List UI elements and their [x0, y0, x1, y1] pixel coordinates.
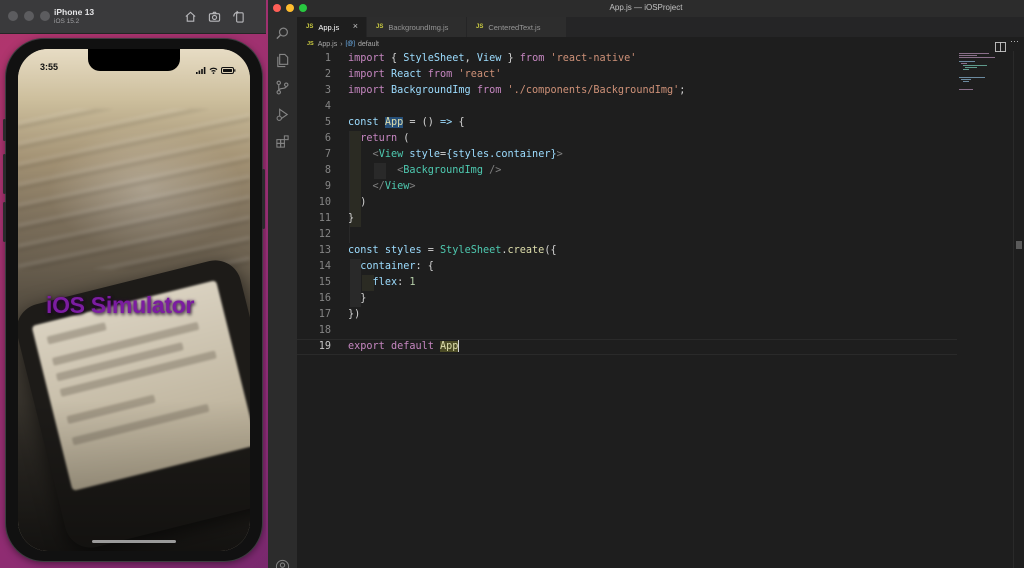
app-title-text: iOS Simulator — [46, 292, 195, 318]
iphone-frame: 3:55 iOS Simulator — [3, 39, 265, 561]
code-line[interactable]: 18 — [297, 323, 957, 339]
code-line[interactable]: 4 — [297, 99, 957, 115]
signal-icon — [196, 61, 206, 79]
vscode-window: App.js — iOSProject JS App.js × JS Backg… — [268, 0, 1024, 568]
code-editor[interactable]: 1 import { StyleSheet, View } from 'react… — [297, 51, 957, 568]
minimap[interactable] — [957, 51, 1013, 161]
chevron-right-icon: › — [340, 40, 343, 48]
code-line[interactable]: 16 } — [297, 291, 957, 307]
close-dot[interactable] — [8, 11, 18, 21]
code-line[interactable]: 15 flex: 1 — [297, 275, 957, 291]
editor-tabs: JS App.js × JS BackgroundImg.js JS Cente… — [297, 17, 1024, 52]
tab-label: App.js — [318, 22, 340, 32]
os-version: iOS 15.2 — [54, 18, 80, 25]
code-line[interactable]: 11} — [297, 211, 957, 227]
breadcrumb-file[interactable]: App.js — [318, 41, 337, 48]
code-line[interactable]: 17}) — [297, 307, 957, 323]
notch — [88, 49, 180, 71]
run-debug-icon[interactable] — [275, 107, 290, 122]
search-icon[interactable] — [275, 26, 290, 41]
simulator-window-controls[interactable] — [8, 11, 50, 21]
explorer-icon[interactable] — [275, 53, 290, 68]
js-file-icon: JS — [376, 24, 384, 30]
code-line[interactable]: 9 </View> — [297, 179, 957, 195]
code-line-current[interactable]: 19 export default App — [297, 339, 957, 355]
symbol-variable-icon: [@] — [345, 41, 355, 47]
home-indicator[interactable] — [92, 540, 176, 543]
volume-up-button[interactable] — [3, 154, 6, 194]
zoom-dot[interactable] — [40, 11, 50, 21]
tab-app-js[interactable]: JS App.js × — [297, 17, 367, 37]
wifi-icon — [209, 61, 218, 79]
code-line[interactable]: 8 <BackgroundImg /> — [297, 163, 957, 179]
js-file-icon: JS — [306, 24, 314, 30]
tab-label: BackgroundImg.js — [388, 22, 449, 32]
home-icon[interactable] — [184, 10, 197, 23]
simulator-titlebar: iPhone 13 iOS 15.2 — [0, 0, 266, 34]
extensions-icon[interactable] — [275, 134, 290, 149]
phone-screen[interactable]: 3:55 iOS Simulator — [18, 49, 250, 551]
source-control-icon[interactable] — [275, 80, 290, 95]
screenshot-icon[interactable] — [208, 10, 221, 23]
code-line[interactable]: 6 return ( — [297, 131, 957, 147]
vscode-titlebar: App.js — iOSProject — [268, 0, 1024, 18]
scroll-thumb[interactable] — [1016, 241, 1022, 249]
account-icon[interactable] — [275, 559, 290, 568]
simulator-toolbar — [184, 10, 245, 23]
code-line[interactable]: 1 import { StyleSheet, View } from 'react… — [297, 51, 957, 67]
tab-centeredtext-js[interactable]: JS CenteredText.js — [467, 17, 567, 37]
js-file-icon: JS — [476, 24, 484, 30]
code-line[interactable]: 3 import BackgroundImg from './components… — [297, 83, 957, 99]
volume-down-button[interactable] — [3, 202, 6, 242]
battery-icon — [221, 61, 236, 79]
status-time: 3:55 — [40, 62, 59, 72]
breadcrumb-symbol[interactable]: default — [358, 41, 379, 48]
rotate-icon[interactable] — [232, 10, 245, 23]
simulator-window: iPhone 13 iOS 15.2 3:55 iOS Simulator — [0, 0, 266, 568]
code-line[interactable]: 10 ) — [297, 195, 957, 211]
activity-bar — [268, 17, 297, 568]
status-icons — [196, 61, 236, 79]
code-line[interactable]: 13 const styles = StyleSheet.create({ — [297, 243, 957, 259]
minimize-dot[interactable] — [24, 11, 34, 21]
code-line[interactable]: 2 import React from 'react' — [297, 67, 957, 83]
side-button[interactable] — [262, 169, 265, 229]
code-line[interactable]: 14 container: { — [297, 259, 957, 275]
code-line[interactable]: 5 const App = () => { — [297, 115, 957, 131]
mute-switch — [3, 119, 6, 141]
code-line[interactable]: 7 <View style={styles.container}> — [297, 147, 957, 163]
window-title: App.js — iOSProject — [609, 3, 683, 12]
code-line[interactable]: 12 — [297, 227, 957, 243]
close-icon[interactable]: × — [353, 22, 358, 31]
js-file-icon: JS — [307, 41, 314, 47]
tab-backgroundimg-js[interactable]: JS BackgroundImg.js — [367, 17, 467, 37]
breadcrumb: JS App.js › [@] default — [297, 38, 1024, 50]
vertical-scrollbar[interactable] — [1013, 51, 1024, 568]
device-name: iPhone 13 — [54, 7, 95, 17]
tab-label: CenteredText.js — [488, 22, 541, 32]
text-cursor — [458, 340, 460, 352]
